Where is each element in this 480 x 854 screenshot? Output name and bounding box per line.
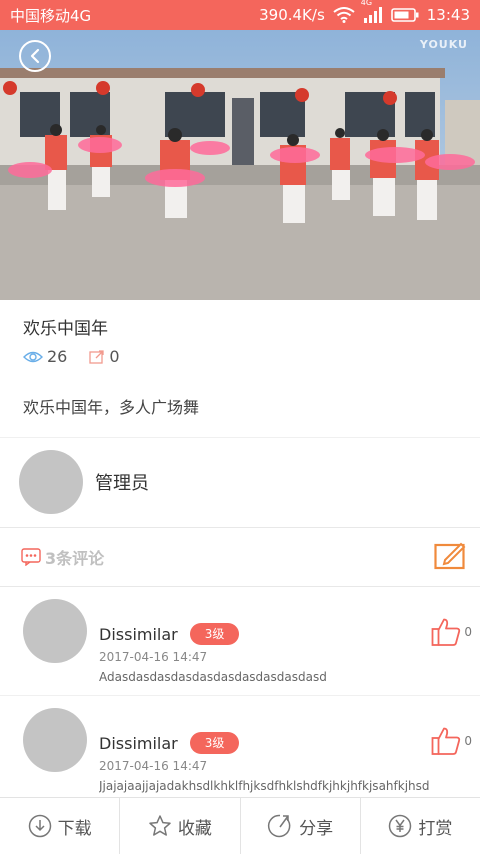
level-badge: 3级: [189, 732, 240, 754]
post-description: 欢乐中国年，多人广场舞: [23, 398, 200, 417]
comment-item: Dissimilar 3级 2017-04-16 14:47 Jjajajaaj…: [0, 696, 480, 806]
like-button[interactable]: 0: [431, 617, 472, 647]
level-badge: 3级: [189, 623, 240, 645]
comments-count-label: 3条评论: [45, 549, 105, 568]
comments-header: 3条评论: [0, 528, 480, 586]
like-count: 0: [464, 625, 472, 639]
carrier-label: 中国移动4G: [10, 6, 92, 25]
write-comment-button[interactable]: [434, 542, 466, 574]
reward-button[interactable]: 打赏: [361, 798, 480, 854]
comment-username: Dissimilar: [99, 624, 178, 644]
author-row[interactable]: 管理员: [19, 450, 149, 514]
section-divider: [0, 437, 480, 438]
share-label: 分享: [299, 818, 334, 839]
comment-text: Jjajajaajjajadakhsdlkhklfhjksdfhklshdfkj…: [99, 779, 430, 793]
signal-group: 4G: [361, 0, 383, 23]
shares-count: 0: [109, 347, 120, 366]
wifi-icon: [333, 7, 355, 23]
edit-icon: [434, 542, 466, 570]
avatar[interactable]: [23, 599, 87, 663]
clock: 13:43: [426, 6, 470, 24]
comment-user-row: Dissimilar 3级: [99, 732, 240, 754]
eye-icon: [23, 351, 43, 362]
comment-time: 2017-04-16 14:47: [99, 759, 208, 773]
back-button[interactable]: [19, 40, 51, 72]
comment-bubble-icon: [21, 548, 41, 566]
network-type: 4G: [360, 0, 373, 7]
comment-user-row: Dissimilar 3级: [99, 623, 240, 645]
signal-icon: [363, 7, 382, 23]
like-button[interactable]: 0: [431, 726, 472, 756]
comment-username: Dissimilar: [99, 733, 178, 753]
video-watermark: YOUKU: [419, 38, 468, 51]
favorite-button[interactable]: 收藏: [120, 798, 241, 854]
network-speed: 390.4K/s: [259, 6, 325, 24]
shares-stat: 0: [89, 347, 120, 366]
comment-time: 2017-04-16 14:47: [99, 650, 208, 664]
avatar[interactable]: [19, 450, 83, 514]
thumbs-up-icon: [431, 618, 461, 646]
download-label: 下载: [57, 818, 92, 839]
avatar[interactable]: [23, 708, 87, 772]
download-icon: [28, 814, 51, 838]
author-name: 管理员: [95, 473, 149, 494]
thumbs-up-icon: [431, 727, 461, 755]
video-frame-image: [0, 30, 480, 300]
post-stats: 26 0: [23, 347, 142, 366]
star-icon: [149, 815, 171, 836]
share-icon: [268, 814, 291, 838]
comment-text: Adasdasdasdasdasdasdasdasdasdasd: [99, 670, 327, 684]
yen-coin-icon: [389, 814, 412, 838]
comment-item: Dissimilar 3级 2017-04-16 14:47 Adasdasda…: [0, 587, 480, 697]
views-count: 26: [47, 347, 68, 366]
post-title: 欢乐中国年: [23, 319, 108, 339]
video-player[interactable]: [0, 30, 480, 300]
status-bar: 中国移动4G 390.4K/s 4G 13:43: [0, 0, 480, 30]
status-right: 390.4K/s 4G 13:43: [259, 0, 470, 24]
battery-icon: [390, 8, 419, 22]
favorite-label: 收藏: [177, 818, 212, 839]
share-button[interactable]: 分享: [241, 798, 361, 854]
bottom-action-bar: 下载 收藏 分享 打赏: [0, 797, 480, 854]
like-count: 0: [464, 734, 472, 748]
download-button[interactable]: 下载: [0, 798, 121, 854]
reward-label: 打赏: [418, 818, 453, 839]
share-count-icon: [89, 349, 105, 364]
views-stat: 26: [23, 347, 67, 366]
chevron-left-icon: [30, 48, 40, 64]
